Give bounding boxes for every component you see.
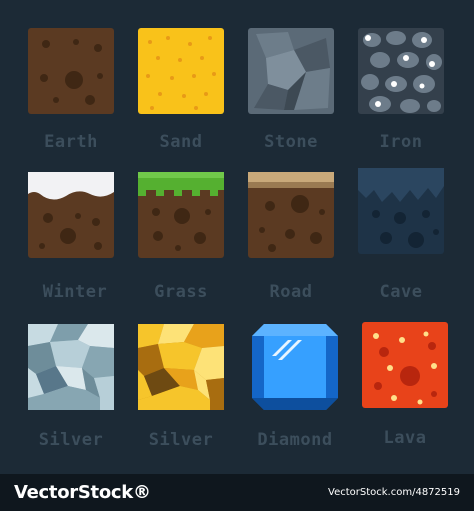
cave-tile-icon	[358, 168, 444, 254]
watermark-footer: VectorStock® VectorStock.com/4872519	[0, 474, 474, 511]
silver-ore-tile-icon	[28, 324, 114, 410]
road-label: Road	[269, 282, 313, 302]
gold-ore-tile-icon	[138, 324, 224, 410]
sand-tile-icon	[138, 28, 224, 114]
sand-label: Sand	[159, 132, 203, 152]
earth-label: Earth	[44, 132, 98, 152]
stone-label: Stone	[264, 132, 318, 152]
diamond-label: Diamond	[257, 430, 333, 450]
vectorstock-logo: VectorStock®	[14, 482, 151, 503]
grass-label: Grass	[154, 282, 208, 302]
cave-label: Cave	[379, 282, 423, 302]
silver-label-2: Silver	[148, 430, 214, 450]
diamond-tile-icon	[252, 324, 338, 410]
earth-tile-icon	[28, 28, 114, 114]
grass-tile-icon	[138, 172, 224, 258]
lava-tile-icon	[362, 322, 448, 408]
winter-tile-icon	[28, 172, 114, 258]
winter-label: Winter	[42, 282, 108, 302]
lava-label: Lava	[383, 428, 427, 448]
iron-tile-icon	[358, 28, 444, 114]
silver-label: Silver	[38, 430, 104, 450]
stone-tile-icon	[248, 28, 334, 114]
iron-label: Iron	[379, 132, 423, 152]
vectorstock-url: VectorStock.com/4872519	[328, 487, 460, 498]
road-tile-icon	[248, 172, 334, 258]
